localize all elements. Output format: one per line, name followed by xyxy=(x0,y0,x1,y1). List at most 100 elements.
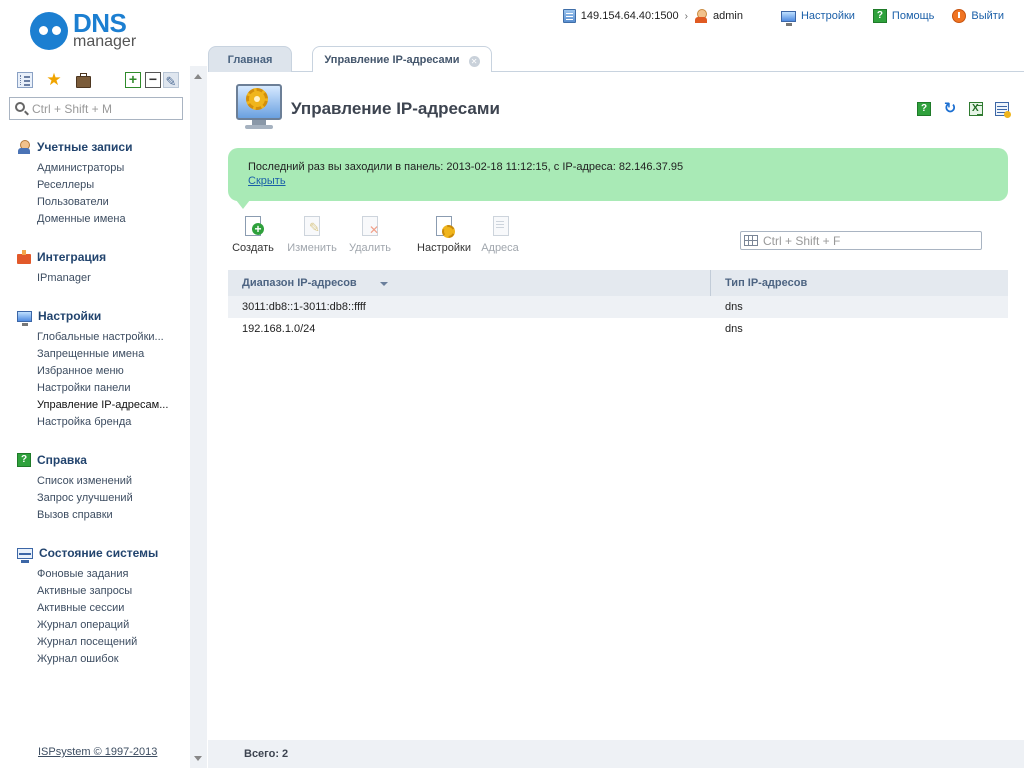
sidebar-item-call-help[interactable]: Вызов справки xyxy=(37,507,187,524)
cell-ip-range: 192.168.1.0/24 xyxy=(242,323,316,335)
nav-group-help: Справка Список изменений Запрос улучшени… xyxy=(17,451,187,524)
logo-mark-icon xyxy=(30,12,68,50)
edit-document-icon xyxy=(302,216,322,238)
sidebar-item-visits-log[interactable]: Журнал посещений xyxy=(37,634,187,651)
logout-link-label: Выйти xyxy=(971,10,1004,22)
total-count: Всего: 2 xyxy=(244,748,289,760)
sidebar-item-favorite-menu[interactable]: Избранное меню xyxy=(37,363,187,380)
accounts-icon xyxy=(17,140,31,154)
help-icon[interactable] xyxy=(917,102,931,116)
nav-group-title: Настройки xyxy=(38,309,102,323)
nav-group-header[interactable]: Интеграция xyxy=(17,248,187,266)
help-icon xyxy=(872,9,887,23)
table-filter xyxy=(740,231,982,250)
sidebar-item-resellers[interactable]: Реселлеры xyxy=(37,177,187,194)
sidebar-item-administrators[interactable]: Администраторы xyxy=(37,160,187,177)
page-title: Управление IP-адресами xyxy=(291,99,500,118)
sidebar-item-ipmanager[interactable]: IPmanager xyxy=(37,270,187,287)
settings-monitor-icon xyxy=(780,11,796,26)
help-icon xyxy=(17,453,31,467)
collapse-all-icon[interactable] xyxy=(145,72,161,88)
nav-group-header[interactable]: Учетные записи xyxy=(17,138,187,156)
table-body: 3011:db8::1-3011:db8::ffff dns 192.168.1… xyxy=(228,296,1008,340)
expand-all-icon[interactable] xyxy=(125,72,141,88)
server-address[interactable]: 149.154.64.40:1500 xyxy=(562,9,679,23)
address-list-icon xyxy=(490,216,510,238)
hide-notice-link[interactable]: Скрыть xyxy=(248,175,286,187)
sidebar-toolbar xyxy=(15,70,185,92)
ip-range-table: Диапазон IP-адресов Тип IP-адресов 3011:… xyxy=(228,270,1008,340)
nav-group-header[interactable]: Справка xyxy=(17,451,187,469)
create-button[interactable]: Создать xyxy=(228,214,278,260)
table-filter-input[interactable] xyxy=(763,233,973,248)
sidebar-item-users[interactable]: Пользователи xyxy=(37,194,187,211)
scroll-down-arrow-icon[interactable] xyxy=(194,756,202,761)
last-login-notice: Последний раз вы заходили в панель: 2013… xyxy=(228,148,1008,201)
sidebar-item-global-settings[interactable]: Глобальные настройки... xyxy=(37,329,187,346)
sort-desc-icon xyxy=(380,282,388,286)
menu-search-input[interactable] xyxy=(32,100,180,117)
nav-group-settings: Настройки Глобальные настройки... Запрещ… xyxy=(17,307,187,431)
scroll-up-arrow-icon[interactable] xyxy=(194,74,202,79)
close-icon[interactable] xyxy=(468,56,480,67)
cell-ip-range: 3011:db8::1-3011:db8::ffff xyxy=(242,301,366,313)
sidebar-item-ip-management[interactable]: Управление IP-адресам... xyxy=(37,397,187,414)
table-filter-icon xyxy=(744,235,758,246)
nav-group-accounts: Учетные записи Администраторы Реселлеры … xyxy=(17,138,187,228)
sidebar-item-panel-settings[interactable]: Настройки панели xyxy=(37,380,187,397)
tab-bar: Главная Управление IP-адресами xyxy=(208,44,1024,73)
tab-ip-management[interactable]: Управление IP-адресами xyxy=(312,46,492,73)
logout-link[interactable]: Выйти xyxy=(952,9,1004,23)
addresses-button[interactable]: Адреса xyxy=(478,214,522,260)
sidebar-item-domain-names[interactable]: Доменные имена xyxy=(37,211,187,228)
settings-document-icon xyxy=(434,216,455,238)
logo-subtext: manager xyxy=(73,33,137,50)
column-header-ip-range[interactable]: Диапазон IP-адресов xyxy=(228,270,711,296)
app-logo[interactable]: DNS manager xyxy=(30,8,150,52)
sidebar-item-forbidden-names[interactable]: Запрещенные имена xyxy=(37,346,187,363)
sidebar-item-background-tasks[interactable]: Фоновые задания xyxy=(37,566,187,583)
refresh-icon[interactable] xyxy=(943,102,957,116)
sidebar-item-feature-request[interactable]: Запрос улучшений xyxy=(37,490,187,507)
nav-group-header[interactable]: Настройки xyxy=(17,307,187,326)
sidebar-scrollbar[interactable] xyxy=(190,66,207,768)
delete-button[interactable]: Удалить xyxy=(346,214,394,260)
nav-group-integration: Интеграция IPmanager xyxy=(17,248,187,287)
copyright-link[interactable]: ISPsystem © 1997-2013 xyxy=(38,746,157,758)
nav-group-header[interactable]: Состояние системы xyxy=(17,544,187,563)
edit-button[interactable]: Изменить xyxy=(284,214,340,260)
notice-pointer xyxy=(236,200,250,209)
create-button-label: Создать xyxy=(232,242,274,254)
table-row[interactable]: 192.168.1.0/24 dns xyxy=(228,318,1008,340)
current-user[interactable]: admin xyxy=(694,9,743,23)
table-header: Диапазон IP-адресов Тип IP-адресов xyxy=(228,270,1008,296)
tree-view-icon[interactable] xyxy=(17,72,33,88)
tab-home[interactable]: Главная xyxy=(208,46,292,72)
sidebar-item-brand-settings[interactable]: Настройка бренда xyxy=(37,414,187,431)
sidebar-item-operations-log[interactable]: Журнал операций xyxy=(37,617,187,634)
power-icon xyxy=(952,9,967,23)
column-header-label: Тип IP-адресов xyxy=(725,277,808,289)
column-header-ip-type[interactable]: Тип IP-адресов xyxy=(711,270,1008,296)
cell-ip-type: dns xyxy=(725,323,743,335)
briefcase-icon[interactable] xyxy=(75,72,91,88)
table-row[interactable]: 3011:db8::1-3011:db8::ffff dns xyxy=(228,296,1008,318)
column-settings-icon[interactable] xyxy=(995,102,1011,118)
pin-icon[interactable] xyxy=(163,72,179,88)
sidebar-item-changelog[interactable]: Список изменений xyxy=(37,473,187,490)
top-bar: 149.154.64.40:1500 › admin Настройки Пом… xyxy=(562,7,1004,26)
sidebar-item-active-requests[interactable]: Активные запросы xyxy=(37,583,187,600)
toolbar: Создать Изменить Удалить Настройки Адрес… xyxy=(228,214,728,260)
excel-export-icon[interactable] xyxy=(969,102,983,116)
add-document-icon xyxy=(243,216,264,238)
gear-icon xyxy=(246,88,268,110)
main-content: Управление IP-адресами Последний раз вы … xyxy=(208,72,1024,768)
help-link[interactable]: Помощь xyxy=(872,9,934,23)
ip-management-monitor-icon xyxy=(236,84,282,132)
settings-link[interactable]: Настройки xyxy=(780,10,855,26)
tab-label: Главная xyxy=(227,54,273,66)
sidebar-item-active-sessions[interactable]: Активные сессии xyxy=(37,600,187,617)
settings-button[interactable]: Настройки xyxy=(414,214,474,260)
sidebar-item-errors-log[interactable]: Журнал ошибок xyxy=(37,651,187,668)
favorites-star-icon[interactable] xyxy=(46,72,62,88)
